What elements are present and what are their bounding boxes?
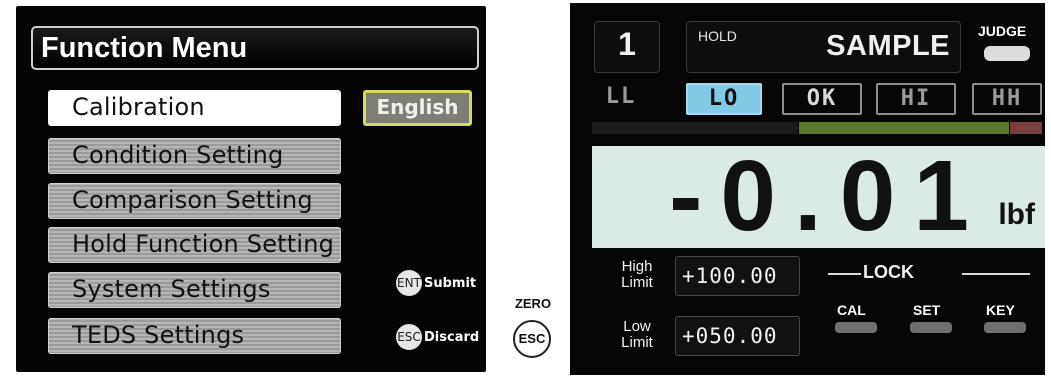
lock-key-lamp[interactable] — [984, 322, 1026, 333]
indicator-screen: 1 HOLD SAMPLE JUDGE LL LO OK HI HH -0.01… — [570, 3, 1045, 375]
zero-label: ZERO — [514, 296, 552, 311]
menu-item-label: Comparison Setting — [72, 186, 313, 214]
low-limit-value: +050.00 — [682, 324, 778, 348]
lock-set-label: SET — [913, 302, 941, 318]
judge-bar-ok-segment — [799, 122, 1009, 134]
language-button[interactable]: English — [363, 90, 472, 126]
hold-mode-value: SAMPLE — [826, 30, 950, 62]
high-limit-label-line2: Limit — [621, 274, 653, 291]
esc-button-label: ESC — [518, 331, 546, 346]
low-limit-label-line2: Limit — [621, 334, 653, 351]
judge-hh: HH — [972, 83, 1042, 115]
measurement-value: -0.01 — [669, 140, 987, 252]
high-limit-value: +100.00 — [682, 264, 778, 288]
lock-title: LOCK — [863, 262, 914, 282]
hold-label: HOLD — [698, 28, 737, 44]
low-limit-field[interactable]: +050.00 — [675, 316, 800, 356]
judge-ok-label: OK — [806, 86, 838, 111]
judge-ll: LL — [590, 83, 652, 115]
discard-hint: Discard — [424, 330, 480, 345]
judge-hi: HI — [876, 83, 956, 115]
judge-ll-label: LL — [605, 84, 637, 109]
lock-divider-left — [828, 273, 861, 275]
measurement-unit: lbf — [998, 198, 1035, 231]
menu-item-teds-settings[interactable]: TEDS Settings — [48, 318, 341, 354]
menu-item-comparison-setting[interactable]: Comparison Setting — [48, 183, 341, 219]
menu-item-label: Condition Setting — [72, 141, 284, 169]
lock-cal-label: CAL — [837, 302, 866, 318]
lock-cal-lamp[interactable] — [835, 322, 877, 333]
high-limit-field[interactable]: +100.00 — [675, 256, 800, 296]
judge-lo-label: LO — [708, 86, 740, 111]
menu-item-hold-function-setting[interactable]: Hold Function Setting — [48, 227, 341, 263]
language-button-label: English — [376, 95, 459, 119]
menu-item-calibration[interactable]: Calibration — [48, 90, 341, 126]
judge-hi-label: HI — [900, 86, 932, 111]
channel-number: 1 — [618, 26, 636, 62]
menu-item-label: Hold Function Setting — [72, 230, 335, 258]
low-limit-label-line1: Low — [623, 318, 651, 335]
measurement-display: -0.01 lbf — [592, 140, 1045, 252]
menu-item-label: Calibration — [72, 93, 205, 121]
channel-display[interactable]: 1 — [594, 21, 660, 73]
high-limit-label: High Limit — [613, 259, 661, 291]
menu-item-label: System Settings — [72, 275, 271, 303]
judge-hh-label: HH — [991, 86, 1023, 111]
esc-button[interactable]: ESC — [513, 320, 551, 358]
high-limit-label-line1: High — [621, 258, 653, 275]
judge-bar-low-segment — [592, 122, 798, 134]
low-limit-label: Low Limit — [613, 319, 661, 351]
function-menu-screen: Function Menu Calibration Condition Sett… — [16, 6, 486, 372]
menu-title: Function Menu — [41, 32, 248, 64]
ent-key-icon: ENT — [396, 270, 422, 296]
menu-item-system-settings[interactable]: System Settings — [48, 272, 341, 308]
judge-label: JUDGE — [978, 23, 1027, 39]
esc-key-icon: ESC — [396, 324, 422, 350]
lock-key-label: KEY — [986, 302, 1015, 318]
judge-bar-high-segment — [1010, 122, 1042, 134]
judge-lo: LO — [686, 83, 762, 115]
lock-set-lamp[interactable] — [910, 322, 952, 333]
hold-mode-display[interactable]: HOLD SAMPLE — [686, 21, 961, 73]
judge-ok: OK — [782, 83, 862, 115]
judge-lamp — [984, 46, 1030, 61]
menu-item-label: TEDS Settings — [72, 321, 245, 349]
menu-title-bar: Function Menu — [31, 26, 479, 70]
menu-item-condition-setting[interactable]: Condition Setting — [48, 138, 341, 174]
lock-divider-right — [962, 273, 1030, 275]
submit-hint: Submit — [424, 276, 477, 291]
